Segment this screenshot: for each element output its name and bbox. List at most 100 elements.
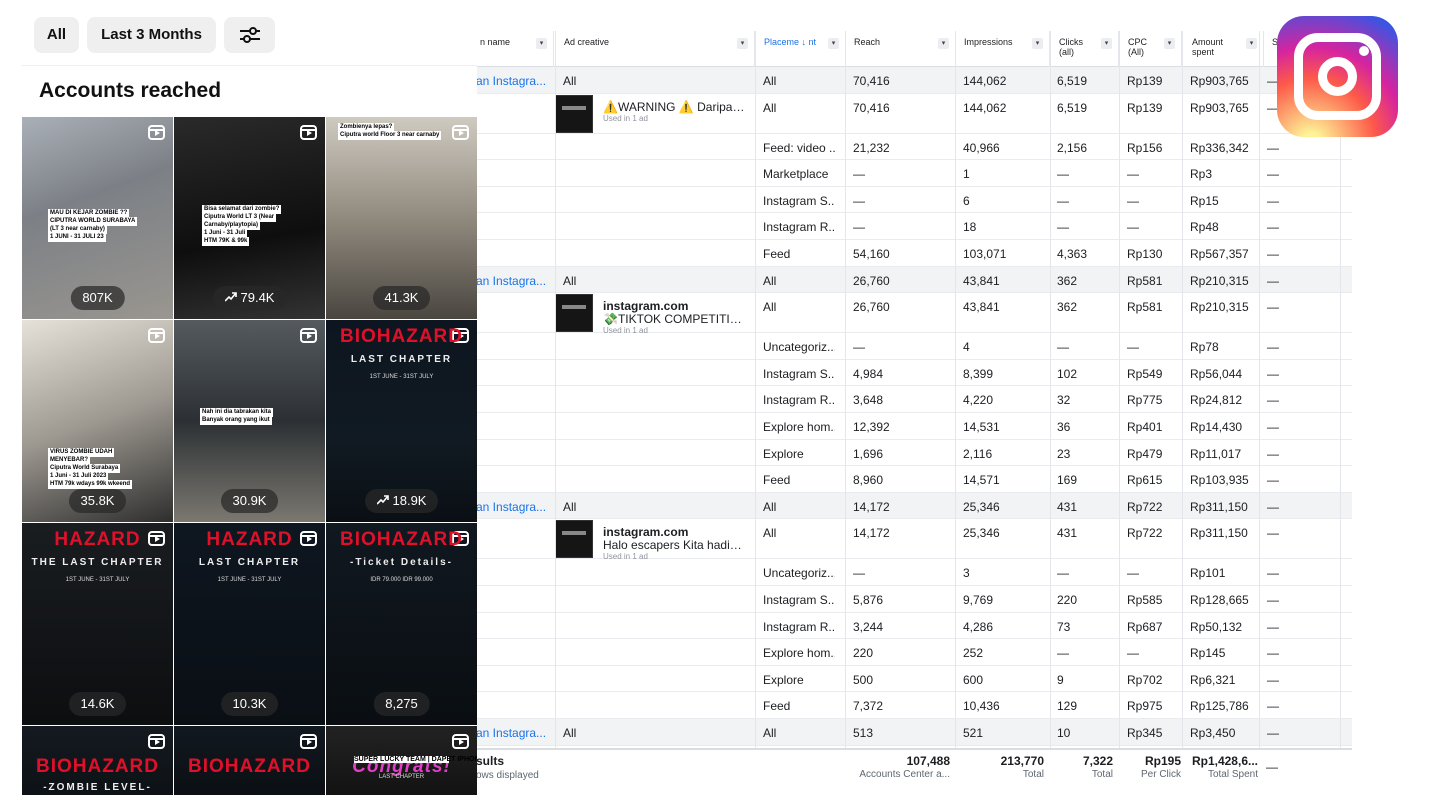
reel-tile[interactable]: Bisa selamat dari zombie? Ciputra World L… [174,117,325,319]
cell-amt: Rp48 [1190,220,1219,235]
cell-p: Feed [763,473,791,488]
section-title: Accounts reached [39,79,222,102]
table-row[interactable] [476,333,1352,360]
cell-clicks: — [1057,340,1069,355]
table-row[interactable] [476,213,1352,240]
reel-tile[interactable]: HAZARD LAST CHAPTER 1ST JUNE - 31ST JULY 10… [174,523,325,725]
creative-thumbnail[interactable] [555,294,593,333]
cell-clicks: — [1057,566,1069,581]
reel-caption: HTM 79K & 99k [202,237,250,246]
reels-icon [148,734,165,749]
reach-count: 35.8K [80,493,115,508]
cell-clicks: 6,519 [1057,74,1088,88]
cell-amt: Rp311,150 [1190,499,1248,514]
cell-p: All [763,100,777,115]
cell-cpc: — [1127,340,1139,355]
cell-cpc: Rp722 [1127,526,1163,541]
footer-amount-value: Rp1,428,6... [1191,754,1258,768]
reel-tile[interactable]: BIOHAZARD [174,726,325,795]
creative-title[interactable]: ⚠️WARNING ⚠️ Daripad... [603,100,745,114]
campaign-name-link[interactable]: an Instagra... [476,74,546,88]
reel-tile[interactable]: BIOHAZARD LAST CHAPTER 1ST JUNE - 31ST JUL… [326,320,477,522]
creative-thumbnail[interactable] [555,94,593,133]
reel-title: HAZARD [206,529,293,550]
reel-subtitle: LAST CHAPTER [350,354,453,365]
cell-impr: 10,436 [963,699,1000,714]
reel-tile[interactable]: MAU DI KEJAR ZOMBIE ?? CIPUTRA WORLD SURA… [22,117,173,319]
cell-impr: 43,841 [963,273,1000,288]
cell-impr: 43,841 [963,300,1000,315]
reach-count-badge: 14.6K [68,692,127,716]
campaign-name-link[interactable]: an Instagra... [476,726,546,740]
cell-s: — [1267,526,1279,541]
header-reach[interactable]: Reach ▾ [850,31,956,67]
cell-impr: 144,062 [963,74,1007,88]
chevron-down-icon[interactable]: ▾ [1101,38,1112,49]
column-divider [555,31,556,795]
cell-impr: 25,346 [963,499,1000,514]
cell-clicks: — [1057,167,1069,182]
reel-tile[interactable]: Zombienya lepas? Ciputra world Floor 3 ne… [326,117,477,319]
chevron-down-icon[interactable]: ▾ [938,38,949,49]
header-ad-creative[interactable]: Ad creative ▾ [560,31,755,67]
cell-reach: 220 [853,646,874,661]
header-impressions[interactable]: Impressions ▾ [960,31,1050,67]
reel-subtitle: SUPER LUCKY TEAM | DAPET IPHONE [354,756,477,763]
cell-s: — [1267,566,1279,581]
header-amount-spent[interactable]: Amount spent ▾ [1188,31,1264,67]
reels-icon [300,125,317,140]
cell-amt: Rp11,017 [1190,446,1242,461]
cell-amt: Rp103,935 [1190,473,1249,488]
campaign-name-link[interactable]: an Instagra... [476,500,546,514]
reel-title: BIOHAZARD [36,756,159,777]
table-row[interactable] [476,187,1352,214]
header-label: Ad creative [564,37,610,47]
logo-dot [1359,46,1369,56]
cell-s: — [1267,167,1279,182]
table-row[interactable] [476,160,1352,187]
header-label: Reach [854,37,881,47]
cell-s: — [1267,393,1279,408]
reel-tile[interactable]: HAZARD THE LAST CHAPTER 1ST JUNE - 31ST JU… [22,523,173,725]
chevron-down-icon[interactable]: ▾ [828,38,839,49]
cell-reach: 8,960 [853,473,884,488]
creative-title[interactable]: instagram.com [603,525,688,539]
chevron-down-icon[interactable]: ▾ [1246,38,1257,49]
cell-amt: Rp15 [1190,193,1219,208]
reel-tile[interactable]: BIOHAZARD -ZOMBIE LEVEL- [22,726,173,795]
cell-amt: Rp336,342 [1190,140,1249,155]
cell-impr: 8,399 [963,366,994,381]
cell-p: Feed: video ... [763,140,835,155]
reel-tile[interactable]: Nah ini dia tabrakan kita Banyak orang ya… [174,320,325,522]
creative-thumbnail[interactable] [555,520,593,559]
sliders-icon [239,27,260,43]
cell-impr: 25,346 [963,526,1000,541]
header-clicks[interactable]: Clicks (all) ▾ [1055,31,1119,67]
header-placement[interactable]: Placeme ↓ nt ▾ [760,31,846,67]
campaign-name-link[interactable]: an Instagra... [476,274,546,288]
chevron-down-icon[interactable]: ▾ [1164,38,1175,49]
reel-caption: HTM 79k wdays 99k wkeend [48,480,133,489]
cell-clicks: 6,519 [1057,100,1088,115]
filter-all-button[interactable]: All [34,17,79,53]
chevron-down-icon[interactable]: ▾ [1032,38,1043,49]
reel-tile[interactable]: BIOHAZARD -Ticket Details- IDR 79.000 IDR … [326,523,477,725]
date-range-button[interactable]: Last 3 Months [87,17,216,53]
reach-count-badge: 35.8K [68,489,127,513]
instagram-insights-panel: All Last 3 Months Accounts reached MAU D… [0,0,477,795]
cell-clicks: 220 [1057,593,1078,607]
reels-icon [300,328,317,343]
creative-title[interactable]: instagram.com [603,299,688,313]
header-campaign-name[interactable]: n name ▾ [476,31,554,67]
cell-reach: 26,760 [853,300,890,315]
header-cpc[interactable]: CPC (All) ▾ [1124,31,1182,67]
chevron-down-icon[interactable]: ▾ [737,38,748,49]
chevron-down-icon[interactable]: ▾ [536,38,547,49]
footer-clicks-value: 7,322 [1082,754,1113,768]
reel-tile[interactable]: VIRUS ZOMBIE UDAH MENYEBAR? Ciputra World … [22,320,173,522]
cell-reach: — [853,193,865,208]
cell-reach: 14,172 [853,499,890,514]
cell-cpc: Rp139 [1127,74,1163,88]
reel-tile[interactable]: Congrats! SUPER LUCKY TEAM | DAPET IPHONE… [326,726,477,795]
filter-settings-button[interactable] [224,17,275,53]
